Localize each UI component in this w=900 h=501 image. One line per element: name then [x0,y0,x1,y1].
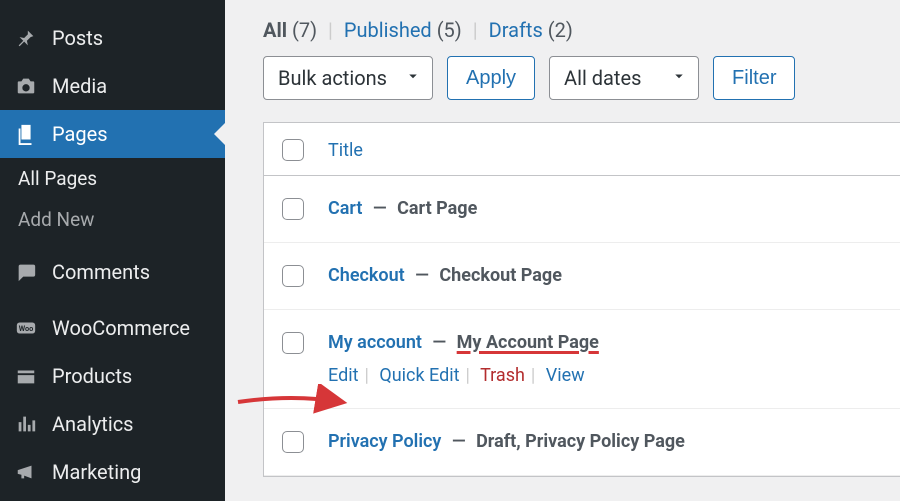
sidebar-item-products[interactable]: Products [0,352,225,400]
sidebar-item-label: Media [52,74,107,98]
filter-drafts-link[interactable]: Drafts [489,18,543,42]
sidebar-item-pages[interactable]: Pages [0,110,225,158]
date-filter-label: All dates [564,66,641,90]
sidebar-item-add-new[interactable]: Add New [0,199,225,240]
analytics-icon [14,412,38,436]
sidebar-item-all-pages[interactable]: All Pages [0,158,225,199]
sidebar-item-label: Marketing [52,460,141,484]
sidebar-item-label: Analytics [52,412,134,436]
sidebar-item-media[interactable]: Media [0,62,225,110]
sidebar-item-label: Comments [52,260,150,284]
sidebar-item-label: Add New [18,208,94,231]
sidebar-item-label: Posts [52,26,103,50]
camera-icon [14,74,38,98]
page-meta: Cart Page [397,198,477,219]
main-content: All (7) | Published (5) | Drafts (2) Bul… [225,0,900,501]
sidebar-item-posts[interactable]: Posts [0,14,225,62]
sidebar-item-woocommerce[interactable]: Woo WooCommerce [0,304,225,352]
filter-all-count: (7) [292,18,317,42]
action-trash[interactable]: Trash [480,365,525,386]
sidebar-item-label: Products [52,364,132,388]
woo-icon: Woo [14,316,38,340]
action-edit[interactable]: Edit [328,365,358,386]
filter-drafts-count: (2) [548,18,573,42]
page-meta: Draft, Privacy Policy Page [476,431,685,452]
pages-icon [14,122,38,146]
action-quick-edit[interactable]: Quick Edit [379,365,459,386]
admin-sidebar: Posts Media Pages All Pages Add New Comm… [0,0,225,501]
filter-button[interactable]: Filter [713,56,795,100]
sidebar-item-marketing[interactable]: Marketing [0,448,225,496]
status-filter-links: All (7) | Published (5) | Drafts (2) [263,18,900,42]
table-row: My account — My Account Page Edit| Quick… [264,310,900,409]
page-title-link[interactable]: Checkout [328,265,405,286]
action-view[interactable]: View [546,365,585,386]
date-filter-select[interactable]: All dates [549,56,699,100]
row-checkbox[interactable] [282,431,304,453]
filter-published-link[interactable]: Published [344,18,432,42]
sidebar-item-analytics[interactable]: Analytics [0,400,225,448]
comment-icon [14,260,38,284]
sidebar-item-label: All Pages [18,167,97,190]
apply-button[interactable]: Apply [447,56,535,100]
filter-all-label[interactable]: All [263,18,287,42]
row-checkbox[interactable] [282,198,304,220]
page-title-link[interactable]: My account [328,332,422,353]
tablenav-top: Bulk actions Apply All dates Filter [263,56,900,100]
products-icon [14,364,38,388]
megaphone-icon [14,460,38,484]
pin-icon [14,26,38,50]
page-meta: My Account Page [457,332,599,353]
sidebar-item-comments[interactable]: Comments [0,248,225,296]
page-title-link[interactable]: Privacy Policy [328,431,441,452]
row-checkbox[interactable] [282,332,304,354]
bulk-actions-select[interactable]: Bulk actions [263,56,433,100]
table-row: Checkout — Checkout Page [264,243,900,310]
chevron-down-icon [404,66,422,90]
row-actions: Edit| Quick Edit| Trash| View [328,365,599,386]
filter-published-count: (5) [437,18,462,42]
table-header-row: Title [264,123,900,176]
bulk-actions-label: Bulk actions [278,66,387,90]
column-title-header[interactable]: Title [328,140,363,161]
svg-text:Woo: Woo [19,324,34,333]
sidebar-item-label: Pages [52,122,108,146]
sidebar-item-label: WooCommerce [52,316,190,340]
pages-table: Title Cart — Cart Page Checkout — Checko… [263,122,900,477]
table-row: Privacy Policy — Draft, Privacy Policy P… [264,409,900,476]
row-checkbox[interactable] [282,265,304,287]
select-all-checkbox[interactable] [282,139,304,161]
page-title-link[interactable]: Cart [328,198,362,219]
table-row: Cart — Cart Page [264,176,900,243]
chevron-down-icon [670,66,688,90]
page-meta: Checkout Page [439,265,562,286]
